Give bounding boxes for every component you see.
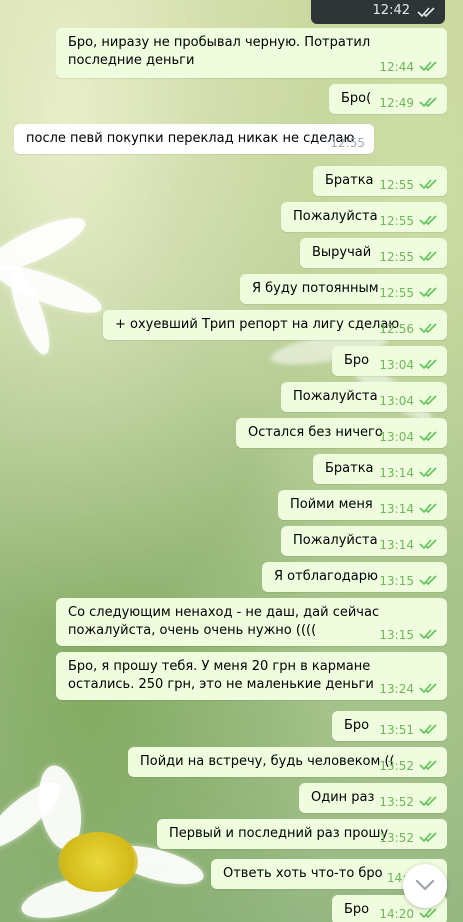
double-check-icon <box>419 832 437 843</box>
message-bubble-outgoing[interactable]: Остался без ничего 13:04 <box>236 418 447 448</box>
double-check-icon <box>419 575 437 586</box>
message-bubble-outgoing[interactable]: Я буду потоянным 12:55 <box>240 274 447 304</box>
message-bubble-outgoing[interactable]: Первый и последний раз прошу 13:52 <box>157 819 447 849</box>
message-text: Бро <box>344 718 370 733</box>
message-time: 12:49 <box>379 96 414 110</box>
double-check-icon <box>419 431 437 442</box>
double-check-icon <box>419 796 437 807</box>
double-check-icon <box>419 97 437 108</box>
message-time: 12:55 <box>330 136 365 150</box>
message-time: 12:55 <box>379 250 414 264</box>
message-text: Бро( <box>341 91 372 106</box>
message-text: Один раз <box>311 790 375 805</box>
double-check-icon <box>419 251 437 262</box>
message-time: 13:15 <box>379 628 414 642</box>
message-text: Братка <box>325 173 374 188</box>
previous-message-bubble[interactable]: 12:42 <box>311 0 445 24</box>
message-text: Первый и последний раз прошу <box>169 826 389 841</box>
scroll-to-bottom-button[interactable] <box>403 864 447 908</box>
message-bubble-outgoing[interactable]: Выручай 12:55 <box>300 238 447 268</box>
message-text: Пойми меня <box>290 497 373 512</box>
message-text: Пойди на встречу, будь человеком (( <box>140 754 395 769</box>
message-text: Ответь хоть что-то бро <box>223 866 383 881</box>
double-check-icon <box>419 359 437 370</box>
message-time: 13:52 <box>379 795 414 809</box>
message-bubble-incoming[interactable]: после певй покупки переклад никак не сде… <box>14 124 374 154</box>
message-bubble-outgoing[interactable]: Бро, ниразу не пробывал черную. Потратил… <box>56 28 447 78</box>
message-time: 13:14 <box>379 538 414 552</box>
message-bubble-outgoing[interactable]: Бро 13:51 <box>332 711 447 741</box>
double-check-icon <box>419 539 437 550</box>
message-bubble-outgoing[interactable]: Бро 13:04 <box>332 346 447 376</box>
message-bubble-outgoing[interactable]: Пожалуйста 13:04 <box>281 382 447 412</box>
message-time: 13:04 <box>379 358 414 372</box>
message-time: 12:42 <box>372 3 410 18</box>
double-check-icon <box>419 323 437 334</box>
message-bubble-outgoing[interactable]: Пожалуйста 13:14 <box>281 526 447 556</box>
message-text: Пожалуйста <box>293 209 378 224</box>
message-time: 12:44 <box>379 60 414 74</box>
message-text: после певй покупки переклад никак не сде… <box>26 131 355 146</box>
chevron-down-icon <box>415 879 435 891</box>
message-time: 13:52 <box>379 831 414 845</box>
message-text: Пожалуйста <box>293 533 378 548</box>
double-check-icon <box>419 503 437 514</box>
message-text: Я буду потоянным <box>252 281 379 296</box>
message-text: Я отблагодарю <box>274 569 378 584</box>
message-text: Братка <box>325 461 374 476</box>
message-time: 13:52 <box>379 759 414 773</box>
message-time: 14:20 <box>379 907 414 921</box>
double-check-icon <box>419 215 437 226</box>
message-text: Выручай <box>312 245 372 260</box>
message-time: 13:24 <box>379 682 414 696</box>
message-time: 13:04 <box>379 394 414 408</box>
message-text: Пожалуйста <box>293 389 378 404</box>
message-bubble-outgoing[interactable]: Бро( 12:49 <box>329 84 447 114</box>
message-time: 12:55 <box>379 286 414 300</box>
double-check-icon <box>419 760 437 771</box>
double-check-icon <box>419 287 437 298</box>
message-bubble-outgoing[interactable]: Пожалуйста 12:55 <box>281 202 447 232</box>
message-bubble-outgoing[interactable]: Я отблагодарю 13:15 <box>262 562 447 592</box>
message-time: 13:14 <box>379 466 414 480</box>
message-bubble-outgoing[interactable]: Пойми меня 13:14 <box>278 490 447 520</box>
double-check-icon <box>417 7 435 18</box>
message-time: 12:55 <box>379 214 414 228</box>
double-check-icon <box>419 724 437 735</box>
chat-area[interactable]: 12:42 Бро, ниразу не пробывал черную. По… <box>0 0 463 922</box>
double-check-icon <box>419 467 437 478</box>
message-text: Остался без ничего <box>248 425 383 440</box>
message-time: 13:04 <box>379 430 414 444</box>
message-bubble-outgoing[interactable]: Один раз 13:52 <box>299 783 447 813</box>
message-bubble-outgoing[interactable]: + охуевший Трип репорт на лигу сделаю 12… <box>103 310 447 340</box>
message-time: 13:51 <box>379 723 414 737</box>
message-time: 13:15 <box>379 574 414 588</box>
message-bubble-outgoing[interactable]: Братка 12:55 <box>313 166 447 196</box>
double-check-icon <box>419 629 437 640</box>
message-bubble-outgoing[interactable]: Пойди на встречу, будь человеком (( 13:5… <box>128 747 447 777</box>
double-check-icon <box>419 683 437 694</box>
message-bubble-outgoing[interactable]: Братка 13:14 <box>313 454 447 484</box>
message-text: + охуевший Трип репорт на лигу сделаю <box>115 317 400 332</box>
message-bubble-outgoing[interactable]: Со следующим ненаход - не даш, дай сейча… <box>56 598 447 646</box>
message-time: 13:14 <box>379 502 414 516</box>
message-time: 12:55 <box>379 178 414 192</box>
message-text: Бро <box>344 353 370 368</box>
message-text: Бро <box>344 902 370 917</box>
double-check-icon <box>419 908 437 919</box>
double-check-icon <box>419 395 437 406</box>
message-bubble-outgoing[interactable]: Бро, я прошу тебя. У меня 20 грн в карма… <box>56 652 447 700</box>
double-check-icon <box>419 179 437 190</box>
message-time: 12:56 <box>379 322 414 336</box>
double-check-icon <box>419 61 437 72</box>
